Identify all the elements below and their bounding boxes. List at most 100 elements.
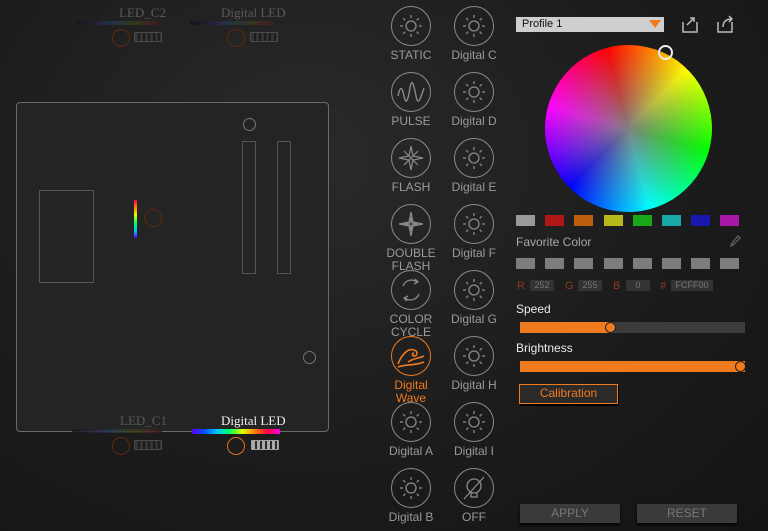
reset-button[interactable]: RESET bbox=[637, 504, 737, 523]
effect-label: Digital A bbox=[388, 444, 434, 458]
sun-icon bbox=[454, 204, 494, 244]
effect-label: Digital E bbox=[451, 180, 497, 194]
effect-color-cycle-button[interactable]: COLOR CYCLE bbox=[379, 270, 443, 339]
pulse-wave-icon bbox=[391, 72, 431, 112]
color-wheel[interactable] bbox=[526, 26, 731, 231]
effect-label: Digital H bbox=[451, 378, 497, 392]
effect-digital-b-button[interactable]: Digital B bbox=[379, 468, 443, 524]
color-cycle-icon bbox=[391, 270, 431, 310]
profile-selected: Profile 1 bbox=[522, 18, 563, 30]
effect-label: STATIC bbox=[390, 48, 432, 62]
onboard-led-strip bbox=[134, 200, 137, 238]
sun-icon bbox=[454, 6, 494, 46]
led-header-icon[interactable] bbox=[227, 437, 245, 455]
led-header-icon[interactable] bbox=[112, 29, 130, 47]
digital-wave-icon bbox=[391, 336, 431, 376]
effect-digital-g-button[interactable]: Digital G bbox=[442, 270, 506, 326]
sun-icon bbox=[454, 72, 494, 112]
color-swatch[interactable] bbox=[720, 215, 740, 226]
favorite-color-slot[interactable] bbox=[632, 258, 652, 269]
sun-icon bbox=[454, 402, 494, 442]
dimm-slot bbox=[242, 141, 256, 274]
g-value-field[interactable]: 255 bbox=[578, 280, 602, 291]
effect-flash-button[interactable]: FLASH bbox=[379, 138, 443, 194]
color-swatch[interactable] bbox=[545, 215, 565, 226]
r-value-field[interactable]: 252 bbox=[530, 280, 554, 291]
color-wheel-handle[interactable] bbox=[658, 45, 673, 60]
effect-label: Digital D bbox=[451, 114, 497, 128]
led-header-icon[interactable] bbox=[227, 29, 245, 47]
led-color-bar bbox=[192, 429, 280, 434]
effect-digital-d-button[interactable]: Digital D bbox=[442, 72, 506, 128]
pencil-icon[interactable] bbox=[729, 234, 741, 248]
effect-label: Digital G bbox=[450, 312, 497, 326]
effect-label: FLASH bbox=[391, 180, 431, 194]
favorite-color-slot[interactable] bbox=[691, 258, 711, 269]
effect-digital-i-button[interactable]: Digital I bbox=[442, 402, 506, 458]
calibration-button[interactable]: Calibration bbox=[519, 384, 618, 404]
import-icon[interactable] bbox=[679, 13, 701, 35]
motherboard-diagram bbox=[16, 102, 329, 432]
led-connector-icon bbox=[134, 440, 162, 450]
cpu-socket-outline bbox=[39, 190, 94, 283]
led-connector-icon bbox=[134, 32, 162, 42]
g-label: G bbox=[565, 280, 574, 292]
favorite-color-label: Favorite Color bbox=[516, 235, 592, 249]
brightness-slider-fill bbox=[520, 361, 745, 372]
color-swatch[interactable] bbox=[574, 215, 594, 226]
chevron-down-icon[interactable] bbox=[649, 20, 661, 28]
effect-digital-f-button[interactable]: Digital F bbox=[442, 204, 506, 260]
off-icon bbox=[454, 468, 494, 508]
led-connector-icon bbox=[250, 32, 278, 42]
favorite-color-slot[interactable] bbox=[603, 258, 623, 269]
profile-dropdown[interactable]: Profile 1 bbox=[516, 17, 664, 32]
led-connector-icon bbox=[251, 440, 279, 450]
effect-label: PULSE bbox=[391, 114, 431, 128]
brightness-label: Brightness bbox=[516, 341, 573, 355]
favorite-color-slot[interactable] bbox=[545, 258, 565, 269]
double-flash-star-icon bbox=[391, 204, 431, 244]
favorite-color-slot[interactable] bbox=[662, 258, 681, 269]
apply-button[interactable]: APPLY bbox=[520, 504, 620, 523]
brightness-slider-handle[interactable] bbox=[735, 361, 746, 372]
effect-static-button[interactable]: STATIC bbox=[379, 6, 443, 62]
effect-label: Digital B bbox=[388, 510, 434, 524]
mounting-hole bbox=[243, 118, 256, 131]
led-header-name: LED_C1 bbox=[120, 413, 167, 428]
export-icon[interactable] bbox=[714, 13, 736, 35]
color-swatch[interactable] bbox=[662, 215, 681, 226]
effect-off-button[interactable]: OFF bbox=[442, 468, 506, 524]
effect-digital-wave-button[interactable]: Digital Wave bbox=[379, 336, 443, 405]
color-swatch[interactable] bbox=[632, 215, 652, 226]
led-header-name: Digital LED bbox=[221, 5, 286, 20]
sun-icon bbox=[391, 402, 431, 442]
mounting-hole bbox=[303, 351, 316, 364]
speed-slider[interactable] bbox=[520, 322, 745, 333]
favorite-color-slot[interactable] bbox=[574, 258, 594, 269]
effect-label: OFF bbox=[462, 510, 486, 524]
effect-label: Digital I bbox=[453, 444, 494, 458]
led-color-bar bbox=[190, 21, 278, 25]
effect-label: Digital C bbox=[451, 48, 497, 62]
color-swatch[interactable] bbox=[691, 215, 711, 226]
speed-slider-handle[interactable] bbox=[605, 322, 616, 333]
effect-double-flash-button[interactable]: DOUBLE FLASH bbox=[379, 204, 443, 273]
effect-digital-e-button[interactable]: Digital E bbox=[442, 138, 506, 194]
onboard-led-icon[interactable] bbox=[144, 209, 162, 227]
brightness-slider[interactable] bbox=[520, 361, 746, 372]
b-value-field[interactable]: 0 bbox=[626, 280, 650, 291]
effect-digital-h-button[interactable]: Digital H bbox=[442, 336, 506, 392]
effect-digital-c-button[interactable]: Digital C bbox=[442, 6, 506, 62]
favorite-color-slot[interactable] bbox=[516, 258, 535, 269]
hex-value-field[interactable]: FCFF00 bbox=[671, 280, 713, 291]
effect-digital-a-button[interactable]: Digital A bbox=[379, 402, 443, 458]
led-header-name: LED_C2 bbox=[119, 5, 166, 20]
effect-pulse-button[interactable]: PULSE bbox=[379, 72, 443, 128]
led-header-icon[interactable] bbox=[112, 437, 130, 455]
speed-label: Speed bbox=[516, 302, 551, 316]
sun-icon bbox=[454, 270, 494, 310]
color-swatch[interactable] bbox=[603, 215, 623, 226]
color-swatch[interactable] bbox=[516, 215, 535, 226]
led-color-bar bbox=[72, 429, 162, 433]
favorite-color-slot[interactable] bbox=[720, 258, 740, 269]
